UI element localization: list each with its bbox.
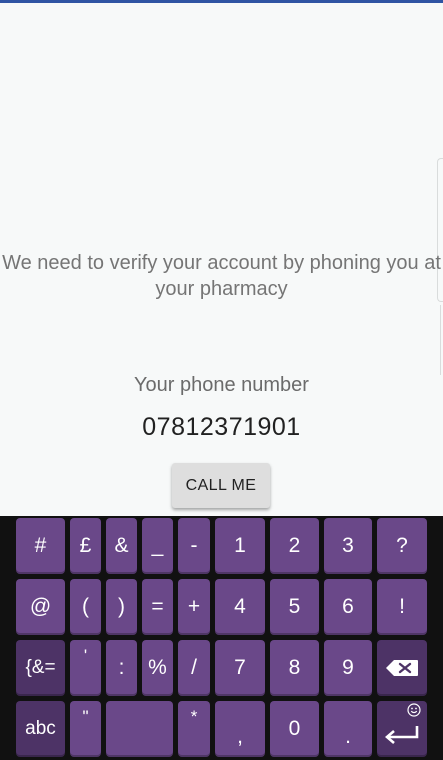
verify-message: We need to verify your account by phonin… bbox=[2, 252, 441, 300]
top-accent-bar bbox=[0, 0, 443, 3]
key-6[interactable]: 6 bbox=[324, 579, 372, 635]
emoji-icon bbox=[407, 703, 421, 717]
key-minus[interactable]: - bbox=[178, 518, 210, 574]
key-enter[interactable] bbox=[377, 701, 427, 757]
key-underscore[interactable]: _ bbox=[142, 518, 173, 574]
key-exclamation[interactable]: ! bbox=[377, 579, 427, 635]
key-equals[interactable]: = bbox=[142, 579, 173, 635]
key-9[interactable]: 9 bbox=[324, 640, 372, 696]
key-apostrophe[interactable]: ' bbox=[70, 640, 101, 696]
key-7[interactable]: 7 bbox=[215, 640, 265, 696]
key-comma[interactable]: , bbox=[215, 701, 265, 757]
key-plus[interactable]: + bbox=[178, 579, 210, 635]
soft-keyboard: # £ & _ - 1 2 3 ? @ ( ) = + 4 5 6 ! {&= … bbox=[0, 516, 443, 760]
key-0[interactable]: 0 bbox=[270, 701, 319, 757]
key-asterisk[interactable]: * bbox=[178, 701, 210, 757]
backspace-icon bbox=[386, 660, 418, 676]
key-1[interactable]: 1 bbox=[215, 518, 265, 574]
key-hash[interactable]: # bbox=[16, 518, 65, 574]
key-at[interactable]: @ bbox=[16, 579, 65, 635]
key-abc-toggle[interactable]: abc bbox=[16, 701, 65, 757]
key-pound[interactable]: £ bbox=[70, 518, 101, 574]
key-space[interactable] bbox=[106, 701, 173, 757]
key-8[interactable]: 8 bbox=[270, 640, 319, 696]
phone-label: Your phone number bbox=[134, 374, 309, 396]
call-me-button[interactable]: CALL ME bbox=[172, 463, 270, 508]
key-3[interactable]: 3 bbox=[324, 518, 372, 574]
key-4[interactable]: 4 bbox=[215, 579, 265, 635]
key-close-paren[interactable]: ) bbox=[106, 579, 137, 635]
key-percent[interactable]: % bbox=[142, 640, 173, 696]
key-backspace[interactable] bbox=[377, 640, 427, 696]
enter-icon bbox=[385, 726, 419, 744]
key-slash[interactable]: / bbox=[178, 640, 210, 696]
phone-number: 07812371901 bbox=[142, 413, 301, 441]
key-2[interactable]: 2 bbox=[270, 518, 319, 574]
key-ampersand[interactable]: & bbox=[106, 518, 137, 574]
key-colon[interactable]: : bbox=[106, 640, 137, 696]
key-symbols-toggle[interactable]: {&= bbox=[16, 640, 65, 696]
key-open-paren[interactable]: ( bbox=[70, 579, 101, 635]
key-double-quote[interactable]: " bbox=[70, 701, 101, 757]
key-5[interactable]: 5 bbox=[270, 579, 319, 635]
key-period[interactable]: . bbox=[324, 701, 372, 757]
key-question[interactable]: ? bbox=[377, 518, 427, 574]
